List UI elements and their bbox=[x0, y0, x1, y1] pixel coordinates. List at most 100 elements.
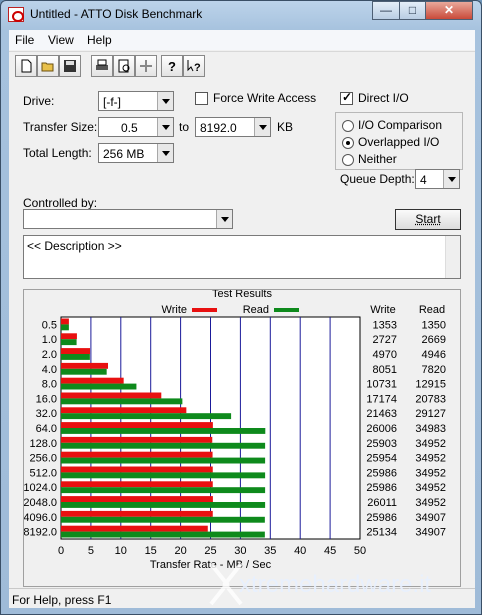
menu-help[interactable]: Help bbox=[87, 33, 112, 47]
status-text: For Help, press F1 bbox=[12, 593, 112, 607]
transfer-size-label: 8.0 bbox=[42, 379, 57, 391]
minimize-button[interactable]: — bbox=[372, 1, 400, 20]
transfer-from-value: 0.5 bbox=[121, 121, 138, 135]
menu-view[interactable]: View bbox=[48, 33, 74, 47]
read-value: 34907 bbox=[415, 527, 446, 539]
controlled-by-label: Controlled by: bbox=[23, 196, 98, 210]
chevron-down-icon bbox=[157, 92, 173, 110]
watermark-logo: xtremehardware.it bbox=[209, 562, 431, 606]
results-chart: Test Results Write Read Write Read 0 5 10 15 20 25… bbox=[23, 288, 446, 571]
write-bar bbox=[61, 333, 77, 340]
write-bar bbox=[61, 481, 213, 488]
drive-value: [-f-] bbox=[103, 95, 121, 109]
title-bar: Untitled - ATTO Disk Benchmark — □ ✕ bbox=[1, 1, 481, 29]
write-value: 4970 bbox=[373, 349, 397, 361]
write-value: 25986 bbox=[366, 512, 397, 524]
transfer-size-label: 4096.0 bbox=[24, 512, 57, 524]
direct-io-checkbox[interactable] bbox=[340, 90, 353, 105]
x-tick-label: 50 bbox=[354, 545, 366, 557]
read-bar bbox=[61, 368, 107, 375]
read-bar bbox=[61, 457, 266, 464]
read-value: 7820 bbox=[422, 364, 446, 376]
chevron-down-icon bbox=[157, 144, 173, 162]
read-bar bbox=[61, 472, 266, 479]
save-icon[interactable] bbox=[59, 55, 81, 77]
new-file-icon[interactable] bbox=[15, 55, 37, 77]
watermark-text: xtremehardware.it bbox=[239, 571, 431, 598]
read-bar bbox=[61, 502, 266, 508]
read-bar bbox=[61, 339, 77, 346]
chevron-down-icon bbox=[443, 170, 459, 188]
read-bar bbox=[61, 324, 69, 331]
write-bar bbox=[61, 362, 109, 369]
overlapped-io-radio[interactable] bbox=[342, 137, 354, 149]
transfer-size-label: 4.0 bbox=[42, 364, 57, 376]
client-area: File View Help ? ? Drive: [-f-] Force Wr… bbox=[9, 30, 475, 608]
legend-write-swatch bbox=[192, 308, 217, 312]
transfer-size-label: 2048.0 bbox=[24, 497, 57, 509]
transfer-size-to-select[interactable]: 8192.0 bbox=[195, 117, 271, 137]
x-tick-label: 15 bbox=[145, 545, 157, 557]
description-box[interactable]: << Description >> bbox=[23, 235, 461, 279]
x-tick-label: 10 bbox=[115, 545, 127, 557]
write-value: 25954 bbox=[366, 453, 397, 465]
drive-select[interactable]: [-f-] bbox=[98, 91, 174, 111]
read-value: 34952 bbox=[415, 438, 446, 450]
transfer-size-label: Transfer Size: bbox=[23, 120, 98, 134]
write-value: 10731 bbox=[366, 379, 397, 391]
help-icon[interactable]: ? bbox=[161, 55, 183, 77]
total-length-value: 256 MB bbox=[103, 147, 145, 161]
maximize-button[interactable]: □ bbox=[399, 1, 426, 20]
open-folder-icon[interactable] bbox=[37, 55, 59, 77]
start-button[interactable]: Start bbox=[395, 209, 461, 230]
total-length-select[interactable]: 256 MB bbox=[98, 143, 174, 163]
force-write-label: Force Write Access bbox=[213, 91, 317, 105]
queue-depth-select[interactable]: 4 bbox=[415, 169, 460, 189]
write-value: 17174 bbox=[366, 393, 397, 405]
transfer-size-label: 512.0 bbox=[29, 467, 57, 479]
force-write-checkbox[interactable] bbox=[195, 92, 208, 105]
test-results-group: Test Results Write Read Write Read 0 5 10 15 20 25… bbox=[23, 288, 461, 587]
read-value: 34952 bbox=[415, 453, 446, 465]
write-value: 25986 bbox=[366, 482, 397, 494]
chevron-down-icon bbox=[216, 210, 232, 228]
description-scrollbar[interactable] bbox=[445, 236, 460, 278]
context-help-icon[interactable]: ? bbox=[183, 55, 205, 77]
write-bar bbox=[61, 318, 69, 325]
close-button[interactable]: ✕ bbox=[425, 1, 473, 20]
transfer-size-from-select[interactable]: 0.5 bbox=[98, 117, 174, 137]
total-length-label: Total Length: bbox=[23, 146, 92, 160]
description-text: << Description >> bbox=[27, 239, 122, 253]
write-value: 1353 bbox=[373, 319, 397, 331]
read-value: 34907 bbox=[415, 512, 446, 524]
x-tick-label: 0 bbox=[58, 545, 64, 557]
x-tick-label: 35 bbox=[264, 545, 276, 557]
move-icon[interactable] bbox=[135, 55, 157, 77]
print-preview-icon[interactable] bbox=[113, 55, 135, 77]
controlled-by-select[interactable] bbox=[23, 209, 233, 229]
io-comparison-radio[interactable] bbox=[342, 120, 354, 132]
transfer-size-label: 128.0 bbox=[29, 438, 57, 450]
read-value: 2669 bbox=[422, 334, 446, 346]
transfer-size-label: 2.0 bbox=[42, 349, 57, 361]
transfer-size-label: 8192.0 bbox=[24, 527, 57, 539]
drive-label: Drive: bbox=[23, 94, 55, 108]
transfer-size-label: 0.5 bbox=[42, 319, 57, 331]
print-icon[interactable] bbox=[91, 55, 113, 77]
transfer-size-label: 256.0 bbox=[29, 453, 57, 465]
window-title: Untitled - ATTO Disk Benchmark bbox=[30, 7, 203, 21]
transfer-size-label: 64.0 bbox=[36, 423, 57, 435]
neither-radio[interactable] bbox=[342, 154, 354, 166]
write-value: 2727 bbox=[373, 334, 397, 346]
transfer-to-value: 8192.0 bbox=[200, 121, 237, 135]
read-value: 34952 bbox=[415, 467, 446, 479]
chevron-down-icon bbox=[254, 118, 270, 136]
menu-file[interactable]: File bbox=[15, 33, 34, 47]
write-value: 25903 bbox=[366, 438, 397, 450]
to-label: to bbox=[179, 120, 190, 134]
write-bar bbox=[61, 510, 213, 517]
app-window: Untitled - ATTO Disk Benchmark — □ ✕ Fil… bbox=[0, 0, 482, 615]
read-bar bbox=[61, 413, 232, 420]
transfer-size-label: 1.0 bbox=[42, 334, 57, 346]
write-value: 26011 bbox=[367, 497, 397, 509]
